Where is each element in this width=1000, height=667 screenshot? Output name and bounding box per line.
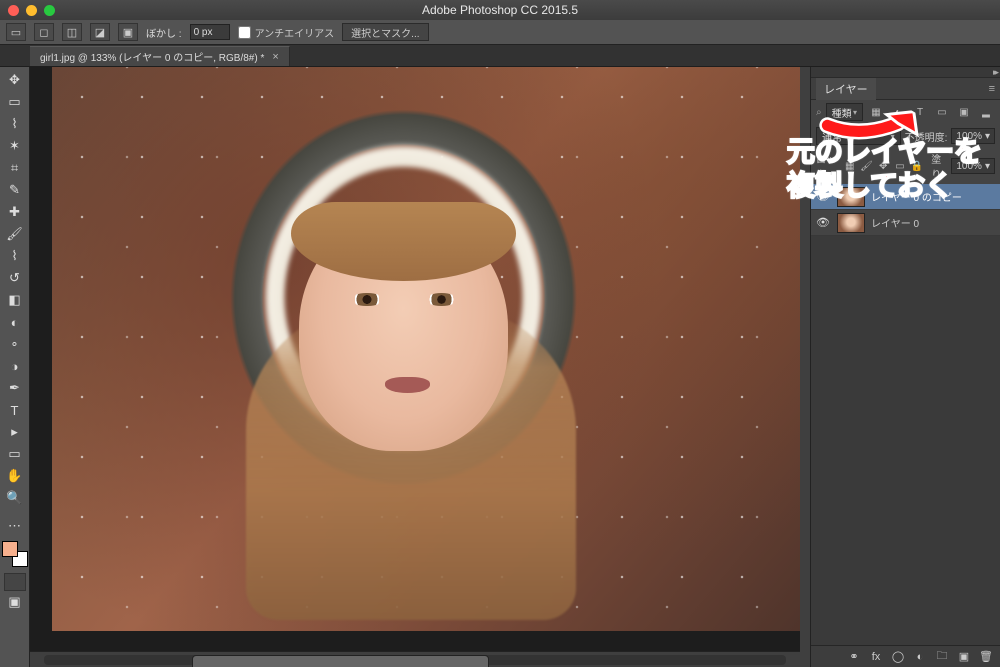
lock-position-icon[interactable]: ✥ [877,158,890,174]
layer-row[interactable]: 👁 レイヤー 0 [811,210,1000,236]
opacity-value: 100% [956,131,982,142]
antialias-label: アンチエイリアス [255,25,335,40]
hand-tool-icon[interactable]: ✋ [2,465,28,487]
filter-toggle-icon[interactable]: ▂ [977,104,995,120]
layer-row[interactable]: 👁 レイヤー 0 のコピー [811,184,1000,210]
fill-input[interactable]: 100%▾ [951,158,995,174]
quick-mask-icon[interactable] [4,573,26,591]
document-tab-title: girl1.jpg @ 133% (レイヤー 0 のコピー, RGB/8#) * [40,49,264,64]
gradient-tool-icon[interactable]: ◐ [2,311,28,333]
link-layers-icon[interactable]: ⚭ [846,650,862,663]
lock-artboard-icon[interactable]: ▭ [894,158,907,174]
opacity-label: 不透明度: [905,129,948,144]
layer-fx-icon[interactable]: fx [868,651,884,663]
select-and-mask-label: 選択とマスク... [351,25,419,40]
zoom-tool-icon[interactable]: 🔍 [2,487,28,509]
window-minimize-button[interactable] [26,5,37,16]
layer-mask-icon[interactable]: ◯ [890,650,906,663]
photo-content [52,67,800,631]
layer-kind-filter-label: 種類 [832,105,852,120]
clone-stamp-tool-icon[interactable]: ⌇ [2,245,28,267]
feather-label: ぼかし : [146,25,182,40]
document-tab[interactable]: girl1.jpg @ 133% (レイヤー 0 のコピー, RGB/8#) *… [30,46,290,66]
blur-tool-icon[interactable]: ∘ [2,333,28,355]
filter-pixel-icon[interactable]: ▦ [867,104,885,120]
pen-tool-icon[interactable]: ✒ [2,377,28,399]
layer-name: レイヤー 0 のコピー [871,189,962,204]
window-titlebar: Adobe Photoshop CC 2015.5 [0,0,1000,20]
window-zoom-button[interactable] [44,5,55,16]
new-group-icon[interactable]: 🗀 [934,647,950,666]
document-canvas[interactable] [30,67,800,651]
dodge-tool-icon[interactable]: ◑ [2,355,28,377]
window-close-button[interactable] [8,5,19,16]
feather-input[interactable] [190,24,230,40]
horizontal-scrollbar[interactable] [30,651,800,667]
lock-all-icon[interactable]: 🔒 [910,158,923,174]
opacity-input[interactable]: 100%▾ [951,128,995,144]
antialias-checkbox[interactable]: アンチエイリアス [238,25,335,40]
new-layer-icon[interactable]: ▣ [956,650,972,663]
visibility-toggle-icon[interactable]: 👁 [815,190,831,203]
visibility-toggle-icon[interactable]: 👁 [815,216,831,229]
lock-transparent-icon[interactable]: ▦ [843,158,856,174]
panel-dock-header: ▸▸ [811,67,1000,77]
blend-mode-label: 通常 [822,129,842,144]
layers-panel-tab[interactable]: レイヤー ≡ [811,78,1000,100]
selection-new-icon[interactable]: ◻ [34,23,54,41]
layer-thumbnail[interactable] [837,213,865,233]
filter-adjust-icon[interactable]: ◐ [889,104,907,120]
delete-layer-icon[interactable]: 🗑 [978,650,994,663]
selection-subtract-icon[interactable]: ◪ [90,23,110,41]
eraser-tool-icon[interactable]: ◧ [2,289,28,311]
path-select-tool-icon[interactable]: ▸ [2,421,28,443]
edit-toolbar-icon[interactable]: ⋯ [2,515,28,537]
layers-panel-title: レイヤー [816,78,876,100]
crop-tool-icon[interactable]: ⌗ [2,157,28,179]
lock-pixels-icon[interactable]: 🖌 [860,158,873,174]
layer-list: 👁 レイヤー 0 のコピー 👁 レイヤー 0 [811,184,1000,236]
canvas-area [30,67,800,667]
quick-select-tool-icon[interactable]: ✶ [2,135,28,157]
adjustment-layer-icon[interactable]: ◐ [912,651,928,663]
eyedropper-tool-icon[interactable]: ✎ [2,179,28,201]
move-tool-icon[interactable]: ✥ [2,69,28,91]
foreground-color-swatch[interactable] [2,541,18,557]
select-and-mask-button[interactable]: 選択とマスク... [342,23,428,41]
lock-label: ロック: [816,151,839,181]
vertical-scrollbar[interactable] [800,67,810,667]
lasso-tool-icon[interactable]: ⌇ [2,113,28,135]
app-title: Adobe Photoshop CC 2015.5 [0,3,1000,17]
filter-smart-icon[interactable]: ▣ [955,104,973,120]
antialias-checkbox-input[interactable] [238,26,251,39]
close-tab-icon[interactable]: × [272,51,278,63]
selection-intersect-icon[interactable]: ▣ [118,23,138,41]
healing-tool-icon[interactable]: ✚ [2,201,28,223]
filter-shape-icon[interactable]: ▭ [933,104,951,120]
selection-add-icon[interactable]: ◫ [62,23,82,41]
toolbox: ✥ ▭ ⌇ ✶ ⌗ ✎ ✚ 🖌 ⌇ ↺ ◧ ◐ ∘ ◑ ✒ T ▸ ▭ ✋ 🔍 … [0,67,30,667]
fill-label: 塗り: [931,151,947,181]
marquee-tool-icon[interactable]: ▭ [2,91,28,113]
layer-name: レイヤー 0 [871,215,919,230]
right-panel-dock: ▸▸ レイヤー ≡ ⌕ 種類 ▾ ▦ ◐ T ▭ ▣ ▂ [810,67,1000,667]
history-brush-tool-icon[interactable]: ↺ [2,267,28,289]
layers-panel: レイヤー ≡ ⌕ 種類 ▾ ▦ ◐ T ▭ ▣ ▂ 通常 ▾ [811,77,1000,236]
layer-kind-filter[interactable]: 種類 ▾ [826,103,863,121]
brush-tool-icon[interactable]: 🖌 [2,223,28,245]
shape-tool-icon[interactable]: ▭ [2,443,28,465]
fill-value: 100% [956,161,982,172]
tool-preset-icon[interactable]: ▭ [6,23,26,41]
type-tool-icon[interactable]: T [2,399,28,421]
blend-mode-select[interactable]: 通常 ▾ [816,127,901,145]
panel-menu-icon[interactable]: ≡ [989,83,995,95]
collapse-panels-icon[interactable]: ▸▸ [993,67,996,78]
filter-type-icon[interactable]: T [911,104,929,120]
options-bar: ▭ ◻ ◫ ◪ ▣ ぼかし : アンチエイリアス 選択とマスク... [0,20,1000,45]
screen-mode-icon[interactable]: ▣ [2,591,28,613]
document-tab-strip: girl1.jpg @ 133% (レイヤー 0 のコピー, RGB/8#) *… [0,45,1000,67]
color-swatches[interactable] [2,541,28,567]
layer-thumbnail[interactable] [837,187,865,207]
layers-panel-footer: ⚭ fx ◯ ◐ 🗀 ▣ 🗑 [811,645,1000,667]
